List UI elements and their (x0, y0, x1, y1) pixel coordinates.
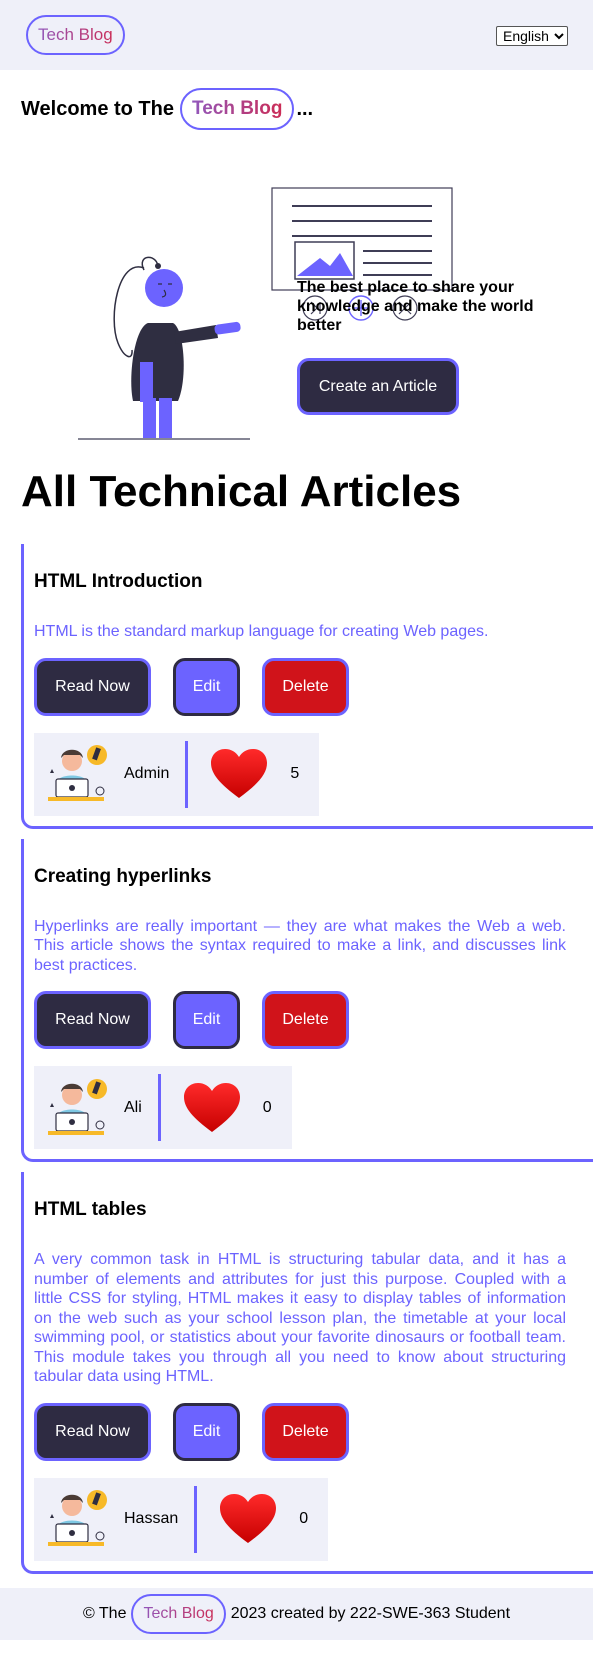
article-title: HTML tables (34, 1199, 147, 1220)
article-card: HTML tables A very common task in HTML i… (21, 1172, 593, 1574)
likes-info: 5 (188, 748, 319, 800)
article-meta: Hassan 0 (34, 1477, 329, 1561)
brand-logo[interactable]: Tech Blog (26, 15, 125, 55)
author-name: Hassan (124, 1510, 179, 1527)
read-now-button[interactable]: Read Now (34, 991, 151, 1049)
heart-icon[interactable] (219, 1493, 277, 1545)
developer-avatar-icon (48, 1490, 107, 1546)
article-actions: Read Now Edit Delete (34, 991, 566, 1049)
developer-avatar-icon (48, 745, 107, 801)
article-description: A very common task in HTML is structurin… (34, 1251, 566, 1385)
developer-avatar-icon (48, 1078, 107, 1135)
edit-button[interactable]: Edit (173, 657, 240, 716)
woman-figure (78, 256, 250, 440)
read-now-button[interactable]: Read Now (34, 657, 151, 716)
edit-button[interactable]: Edit (173, 1402, 240, 1461)
footer-prefix: © The (82, 1604, 127, 1622)
likes-info: 0 (161, 1082, 292, 1134)
author-name: Ali (124, 1098, 142, 1116)
author-info: Hassan (34, 1485, 198, 1553)
article-title: HTML Introduction (34, 571, 203, 592)
article-meta: Admin 5 (34, 732, 320, 816)
likes-info: 0 (197, 1493, 328, 1545)
heart-icon[interactable] (210, 748, 268, 800)
edit-button[interactable]: Edit (173, 991, 240, 1049)
article-meta: Ali 0 (34, 1066, 292, 1149)
hero-tagline: The best place to share your knowledge a… (297, 279, 534, 334)
create-article-button[interactable]: Create an Article (297, 358, 459, 415)
author-info: Ali (34, 1074, 161, 1141)
delete-button[interactable]: Delete (262, 1402, 349, 1461)
heart-icon[interactable] (183, 1082, 241, 1134)
article-list: HTML Introduction HTML is the standard m… (0, 544, 593, 1574)
navbar: Tech Blog English (0, 0, 593, 70)
footer-suffix: 2023 created by 222-SWE-363 Student (230, 1604, 511, 1622)
author-name: Admin (124, 765, 170, 782)
like-count: 0 (299, 1510, 309, 1527)
like-count: 0 (262, 1098, 272, 1116)
articles-heading: All Technical Articles (21, 467, 462, 516)
article-card: Creating hyperlinks Hyperlinks are reall… (21, 838, 593, 1162)
article-description: HTML is the standard markup language for… (34, 623, 489, 640)
article-actions: Read Now Edit Delete (34, 657, 566, 716)
article-panel-icon (271, 187, 453, 291)
article-title: Creating hyperlinks (34, 865, 212, 887)
language-select[interactable]: English (496, 26, 568, 46)
footer-brand[interactable]: Tech Blog (131, 1593, 226, 1634)
author-info: Admin (34, 740, 189, 808)
article-description: Hyperlinks are really important — they a… (34, 917, 566, 974)
delete-button[interactable]: Delete (262, 657, 349, 716)
like-count: 5 (290, 765, 300, 782)
hero: Welcome to The Tech Blog ... The best pl… (0, 70, 593, 440)
article-card: HTML Introduction HTML is the standard m… (21, 544, 593, 829)
article-actions: Read Now Edit Delete (34, 1402, 566, 1461)
delete-button[interactable]: Delete (262, 991, 349, 1049)
footer: © The Tech Blog 2023 created by 222-SWE-… (0, 1587, 593, 1640)
read-now-button[interactable]: Read Now (34, 1402, 151, 1461)
